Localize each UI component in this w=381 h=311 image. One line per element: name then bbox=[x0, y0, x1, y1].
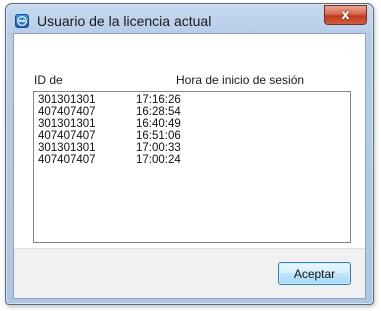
login-time: 16:28:54 bbox=[136, 106, 181, 118]
user-id: 301301301 bbox=[38, 118, 96, 130]
login-time: 17:16:26 bbox=[136, 94, 181, 106]
close-button[interactable]: x bbox=[324, 5, 367, 25]
user-id: 407407407 bbox=[38, 130, 96, 142]
user-id: 301301301 bbox=[38, 94, 96, 106]
login-time: 16:40:49 bbox=[136, 118, 181, 130]
content-area: ID de Hora de inicio de sesión 301301301… bbox=[14, 34, 365, 250]
login-time: 17:00:24 bbox=[136, 154, 181, 166]
login-time: 16:51:06 bbox=[136, 130, 181, 142]
user-id: 301301301 bbox=[38, 142, 96, 154]
accept-button[interactable]: Aceptar bbox=[278, 262, 351, 285]
login-time: 17:00:33 bbox=[136, 142, 181, 154]
button-bar: Aceptar bbox=[14, 248, 365, 298]
license-users-list[interactable]: 301301301 17:16:26 407407407 16:28:54 30… bbox=[33, 91, 351, 243]
dialog-window: Usuario de la licencia actual x ID de Ho… bbox=[5, 3, 374, 305]
dialog-content: ID de Hora de inicio de sesión 301301301… bbox=[13, 33, 366, 299]
list-item[interactable]: 407407407 16:28:54 bbox=[34, 106, 350, 118]
column-header-id: ID de bbox=[34, 73, 63, 87]
list-item[interactable]: 407407407 17:00:24 bbox=[34, 154, 350, 166]
list-item[interactable]: 407407407 16:51:06 bbox=[34, 130, 350, 142]
window-title: Usuario de la licencia actual bbox=[37, 13, 212, 29]
user-id: 407407407 bbox=[38, 154, 96, 166]
list-item[interactable]: 301301301 17:00:33 bbox=[34, 142, 350, 154]
list-item[interactable]: 301301301 17:16:26 bbox=[34, 94, 350, 106]
list-item[interactable]: 301301301 16:40:49 bbox=[34, 118, 350, 130]
title-bar[interactable]: Usuario de la licencia actual x bbox=[6, 4, 373, 34]
column-header-login-time: Hora de inicio de sesión bbox=[176, 73, 305, 87]
user-id: 407407407 bbox=[38, 106, 96, 118]
close-icon: x bbox=[341, 7, 350, 23]
teamviewer-icon bbox=[15, 14, 29, 28]
